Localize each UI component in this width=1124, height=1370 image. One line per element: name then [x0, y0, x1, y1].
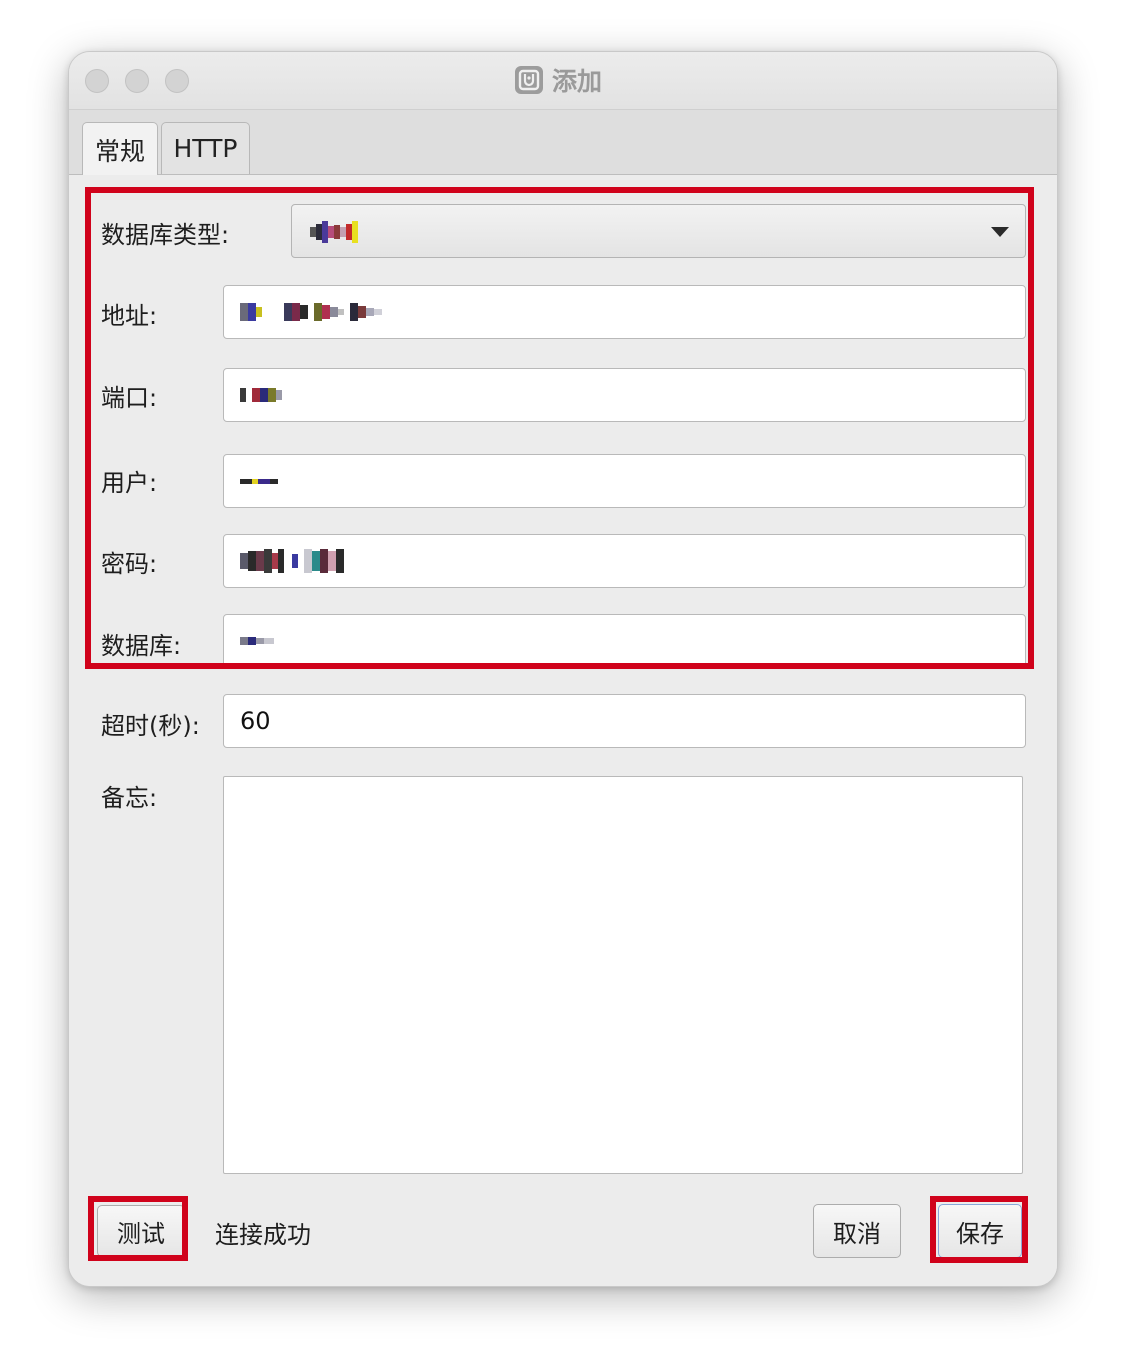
database-app-icon [515, 66, 543, 94]
window-title-group: 添加 [514, 62, 602, 98]
tab-general[interactable]: 常规 [82, 122, 158, 176]
database-label: 数据库: [101, 632, 182, 660]
address-label: 地址: [101, 302, 158, 330]
user-label: 用户: [101, 469, 158, 497]
port-label: 端口: [101, 384, 158, 412]
tab-http[interactable]: HTTP [161, 122, 250, 174]
chevron-down-icon [991, 227, 1009, 237]
minimize-window-button[interactable] [125, 69, 149, 93]
memo-label: 备忘: [101, 784, 158, 812]
connection-status-text: 连接成功 [215, 1221, 311, 1249]
timeout-label: 超时(秒): [101, 712, 200, 740]
test-button[interactable]: 测试 [97, 1205, 185, 1257]
db-type-select[interactable] [291, 204, 1026, 258]
title-bar: 添加 [69, 52, 1057, 110]
add-connection-window: 添加 常规 HTTP 数据库类型: 地址: 端口: 用户: 密码: 数据库: 超… [68, 51, 1058, 1287]
close-window-button[interactable] [85, 69, 109, 93]
memo-textarea[interactable] [223, 776, 1023, 1174]
database-field[interactable] [223, 614, 1026, 668]
user-value-redacted [240, 478, 278, 484]
address-value-redacted [240, 303, 382, 321]
save-button[interactable]: 保存 [938, 1204, 1022, 1258]
password-label: 密码: [101, 550, 158, 578]
db-type-value-redacted [310, 219, 358, 245]
cancel-button[interactable]: 取消 [813, 1204, 901, 1258]
port-value-redacted [240, 388, 282, 402]
timeout-field[interactable]: 60 [223, 694, 1026, 748]
database-value-redacted [240, 637, 274, 645]
window-title: 添加 [552, 67, 603, 96]
password-field[interactable] [223, 534, 1026, 588]
db-type-label: 数据库类型: [101, 221, 230, 249]
general-tab-panel: 数据库类型: 地址: 端口: 用户: 密码: 数据库: 超时(秒): 60 备忘… [69, 175, 1057, 1286]
zoom-window-button[interactable] [165, 69, 189, 93]
tab-bar: 常规 HTTP [69, 110, 1057, 176]
user-field[interactable] [223, 454, 1026, 508]
password-value-redacted [240, 549, 344, 573]
port-field[interactable] [223, 368, 1026, 422]
address-field[interactable] [223, 285, 1026, 339]
